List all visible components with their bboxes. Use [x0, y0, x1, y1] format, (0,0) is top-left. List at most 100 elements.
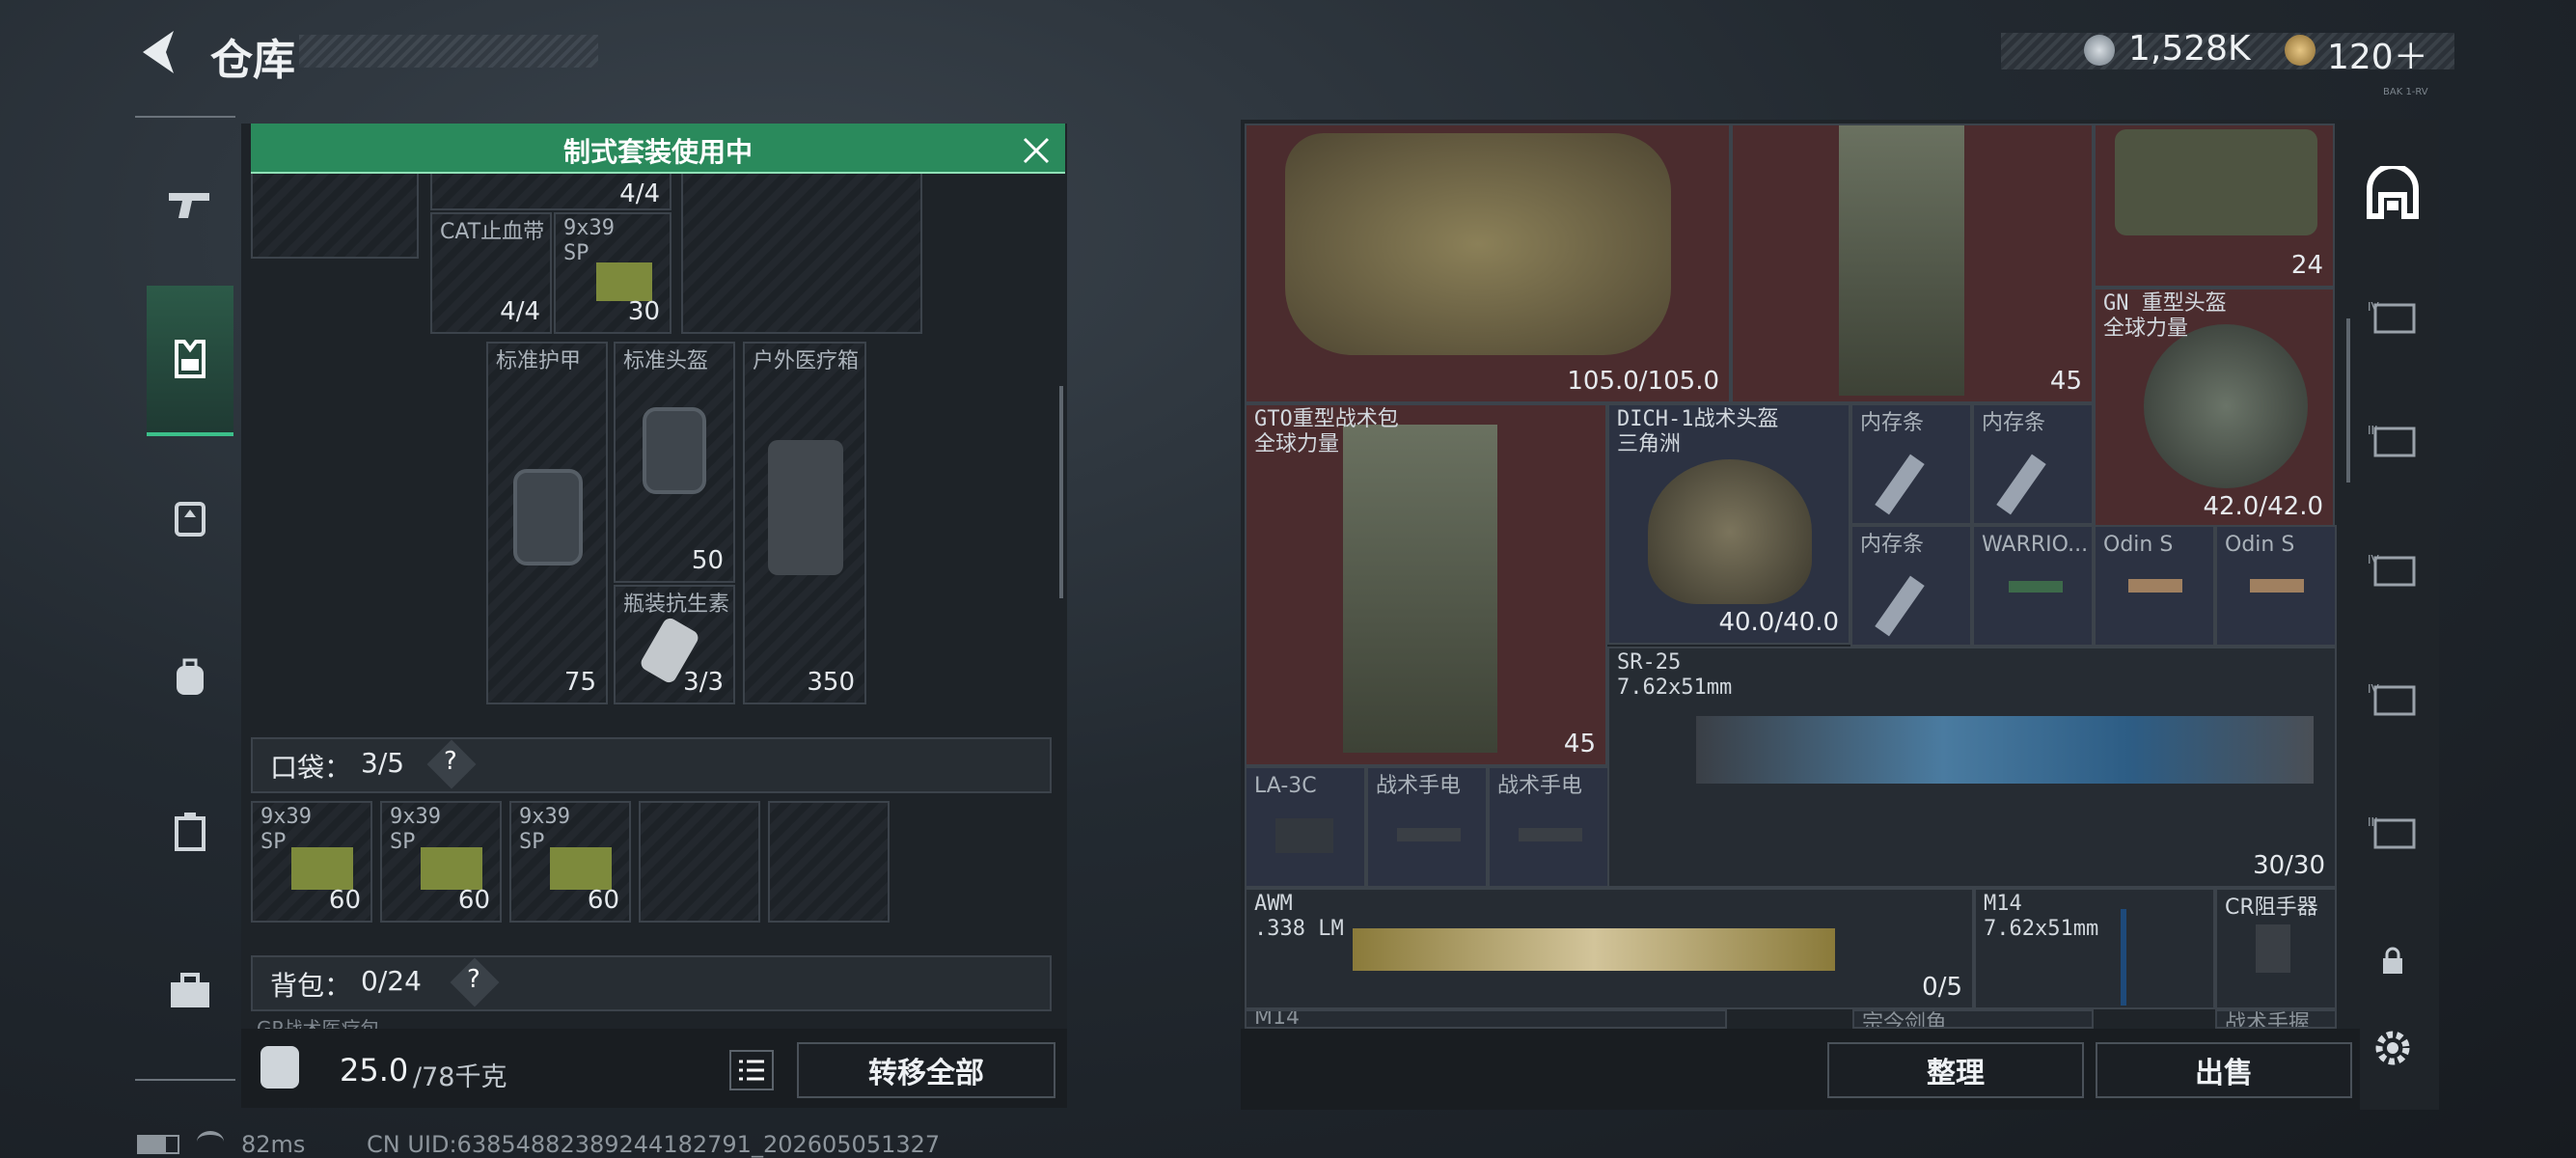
armor-vest-icon	[175, 340, 206, 378]
armor-vest-image	[1285, 133, 1671, 355]
battery-icon	[137, 1135, 179, 1154]
left-nav-line-top	[135, 116, 235, 118]
backpack-count: 0/24	[361, 965, 422, 997]
la3c-slot[interactable]: LA-3C	[1245, 766, 1366, 888]
gn-helmet-image	[2144, 324, 2308, 488]
storage-tier-iv-c[interactable]: IV	[2354, 662, 2431, 739]
nav-armor[interactable]	[147, 286, 233, 436]
storage-box-icon: III	[2368, 424, 2416, 457]
backpack-icon	[177, 658, 204, 695]
torch-slot-1[interactable]: 战术手电	[1366, 766, 1488, 888]
ammo-box-icon	[596, 262, 652, 301]
weight-icon	[260, 1046, 299, 1089]
warehouse-tab[interactable]	[2354, 154, 2431, 232]
odin-slot-2[interactable]: Odin S	[2215, 525, 2337, 647]
svg-text:IV: IV	[2368, 553, 2380, 566]
laser-icon	[1275, 818, 1333, 853]
storage-tier-iv-a[interactable]: IV	[2354, 280, 2431, 357]
flashlight-icon	[1397, 828, 1461, 841]
nav-rig[interactable]	[147, 469, 233, 565]
light-icon	[2250, 579, 2304, 593]
close-icon	[1023, 137, 1050, 164]
currency-coins: 1,528K	[2128, 29, 2251, 69]
briefcase-icon	[171, 973, 209, 1007]
top-slot-2[interactable]: 4/4	[430, 172, 671, 210]
torch-slot-2[interactable]: 战术手电	[1488, 766, 1609, 888]
warrior-slot[interactable]: WARRIO...	[1972, 525, 2094, 647]
storage-tier-iii-b[interactable]: III	[2354, 795, 2431, 872]
sell-button[interactable]: 出售	[2096, 1042, 2352, 1098]
ammo-box-icon	[421, 847, 482, 890]
svg-text:IV: IV	[2368, 300, 2380, 314]
pocket-slot-4[interactable]	[639, 801, 760, 923]
memory-slot-3[interactable]: 内存条	[1850, 525, 1972, 647]
bottom-slot-3[interactable]: 战术手握	[2215, 1009, 2337, 1029]
gn-helmet-slot[interactable]: GN 重型头盔 全球力量 42.0/42.0	[2094, 288, 2335, 529]
gun-icon	[169, 193, 209, 218]
pocket-slot-2[interactable]: 9x39 SP 60	[380, 801, 502, 923]
pocket-slot-5[interactable]	[768, 801, 890, 923]
transfer-all-button[interactable]: 转移全部	[797, 1042, 1055, 1098]
ammo-slot-top[interactable]: 9x39 SP 30	[554, 212, 671, 334]
awm-image	[1353, 928, 1835, 971]
dich-helmet-slot[interactable]: DICH-1战术头盔 三角洲 40.0/40.0	[1607, 403, 1850, 645]
nav-container[interactable]	[147, 784, 233, 880]
currency-tokens[interactable]: 120＋	[2327, 29, 2428, 79]
ammo-box-icon	[291, 847, 353, 890]
left-scrollbar[interactable]	[1059, 386, 1063, 598]
sort-button[interactable]: 整理	[1827, 1042, 2084, 1098]
storage-box-icon: IV	[2368, 553, 2416, 587]
awm-slot[interactable]: AWM .338 LM 0/5	[1245, 888, 1974, 1009]
antibiotics-slot[interactable]: 瓶装抗生素 3/3	[614, 585, 735, 704]
pocket-slot-1[interactable]: 9x39 SP 60	[251, 801, 372, 923]
ping-text: 82ms	[241, 1131, 306, 1158]
storage-tier-iii-a[interactable]: III	[2354, 403, 2431, 481]
cr-slot[interactable]: CR阻手器	[2215, 888, 2337, 1009]
storage-box-icon: IV	[2368, 682, 2416, 716]
settings-button[interactable]	[2354, 1009, 2431, 1087]
top-slot-3[interactable]	[681, 172, 922, 334]
storage-box-icon: IV	[2368, 300, 2416, 334]
warehouse-icon	[2367, 166, 2419, 219]
back-arrow-icon	[143, 31, 174, 73]
memory-slot-1[interactable]: 内存条	[1850, 403, 1972, 525]
top-slot-1[interactable]	[251, 172, 419, 259]
medkit-slot[interactable]: 户外医疗箱 350	[743, 342, 866, 704]
storage-tier-iv-b[interactable]: IV	[2354, 533, 2431, 610]
uid-text: CN UID:638548823892441827​91_20260505132…	[367, 1131, 941, 1158]
locked-tab[interactable]	[2354, 923, 2431, 1000]
gto-pack-slot[interactable]: GTO重型战术包 全球力量 45	[1245, 403, 1607, 766]
banner-close-button[interactable]	[1019, 133, 1054, 168]
grip-icon	[2256, 924, 2290, 973]
standard-helmet-slot[interactable]: 标准头盔 50	[614, 342, 735, 583]
rig-pack-slot[interactable]: 24	[2094, 124, 2335, 288]
memory-stick-icon	[1875, 454, 1925, 515]
m14-slot[interactable]: M14 7.62x51mm	[1974, 888, 2215, 1009]
page-title: 仓库	[210, 36, 295, 85]
sr25-slot[interactable]: SR-25 7.62x51mm 30/30	[1607, 647, 2337, 888]
list-view-button[interactable]	[729, 1050, 774, 1090]
nav-backpack[interactable]	[147, 629, 233, 726]
armor-vest-slot[interactable]: 105.0/105.0	[1245, 124, 1731, 403]
memory-stick-icon	[1996, 454, 2046, 515]
back-button[interactable]	[135, 27, 181, 77]
token-icon	[2285, 35, 2316, 66]
memory-slot-2[interactable]: 内存条	[1972, 403, 2094, 525]
pocket-count: 3/5	[361, 747, 405, 779]
bottom-slot-1[interactable]: M14	[1245, 1009, 1727, 1029]
odin-slot-1[interactable]: Odin S	[2094, 525, 2215, 647]
nav-weapons[interactable]	[147, 156, 233, 253]
m14-image	[2121, 909, 2126, 1006]
cat-tourniquet-slot[interactable]: CAT止血带 4/4	[430, 212, 552, 334]
pocket-slot-3[interactable]: 9x39 SP 60	[509, 801, 631, 923]
corner-tag: BAK 1-RV	[2383, 87, 2428, 97]
svg-text:IV: IV	[2368, 682, 2380, 696]
bottom-slot-2[interactable]: 宗今剑鱼	[1852, 1009, 2094, 1029]
tactical-bag-slot[interactable]: 45	[1731, 124, 2094, 403]
list-icon	[739, 1060, 764, 1081]
right-scrollbar[interactable]	[2346, 318, 2350, 482]
title-underline	[299, 35, 598, 68]
nav-briefcase[interactable]	[147, 944, 233, 1040]
backpack-label: 背包：	[270, 970, 352, 1002]
standard-armor-slot[interactable]: 标准护甲 75	[486, 342, 608, 704]
